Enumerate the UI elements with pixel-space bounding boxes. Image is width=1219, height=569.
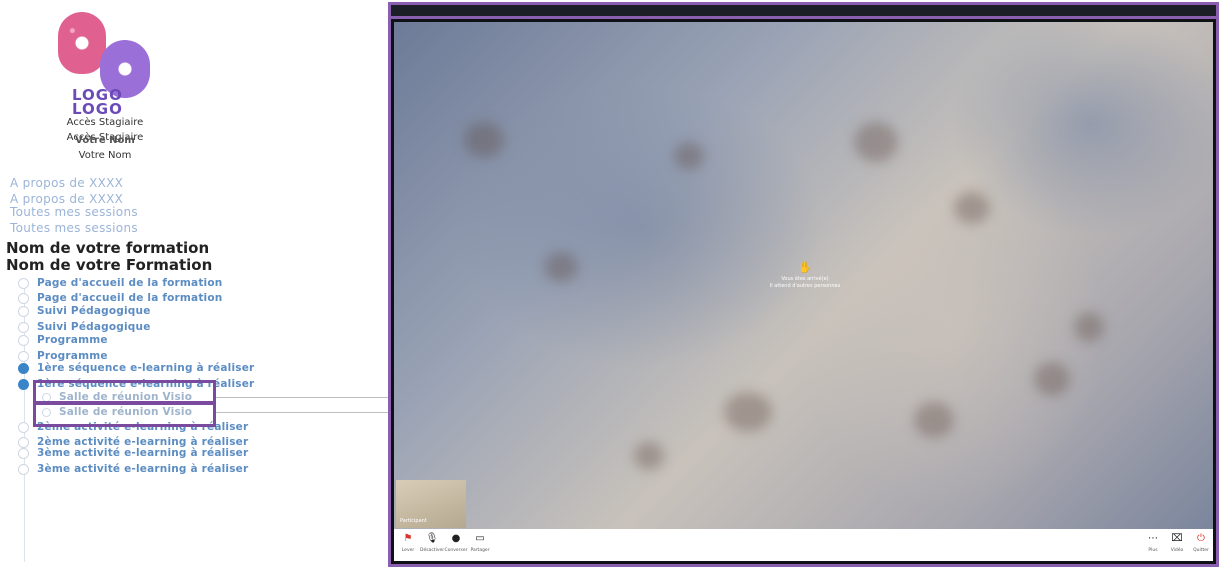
tool-label: Lever [401,548,415,553]
course-title: Nom de votre formation [6,239,210,257]
meeting-toolbar: ⚑ Lever 🎙 Désactiver ● Converser ▭ Parta… [394,529,1213,561]
tool-label: Vidéo [1170,548,1184,553]
course-item-home[interactable]: Page d'accueil de la formation [18,277,222,289]
tool-label: Plus [1148,548,1158,553]
notice-line: Vous êtes arrivé(e) [781,276,829,282]
connector-line [216,397,388,398]
course-item-activity-3[interactable]: 3ème activité e-learning à réaliser [18,463,248,475]
course-item-program[interactable]: Programme [18,334,108,346]
pink-donut-icon [58,12,106,74]
background-blur [464,122,504,158]
tool-label: Désactiver [420,548,445,553]
self-view-thumbnail[interactable]: Participant [396,480,466,528]
camera-icon: ⌧ [1171,533,1183,544]
status-circle-icon [18,447,29,459]
about-link[interactable]: A propos de XXXX [10,192,123,206]
course-item-tracking[interactable]: Suivi Pédagogique [18,321,151,333]
course-item-tracking[interactable]: Suivi Pédagogique [18,305,151,317]
tool-label: Partager [470,548,490,553]
course-item-label: Page d'accueil de la formation [37,277,223,289]
screen-icon: ▭ [475,533,485,544]
status-circle-icon [18,277,29,289]
course-title: Nom de votre Formation [6,256,213,274]
camera-button[interactable]: ⌧ Vidéo [1165,533,1189,553]
course-item-label: Page d'accueil de la formation [37,292,223,304]
status-circle-icon [18,463,29,475]
sidebar: LOGO LOGO Accès Stagiaire Accès Stagiair… [0,0,388,569]
about-link[interactable]: A propos de XXXX [10,176,123,190]
status-circle-icon [18,305,29,317]
all-sessions-link[interactable]: Toutes mes sessions [10,221,138,235]
viewer-top-bar [391,5,1216,19]
course-item-home[interactable]: Page d'accueil de la formation [18,292,222,304]
status-circle-icon [18,350,29,362]
status-circle-icon [18,334,29,346]
video-stage[interactable]: ✋ Vous êtes arrivé(e) Il attend d'autres… [394,22,1213,532]
background-blur [1034,362,1070,396]
chat-button[interactable]: ● Converser [444,533,468,553]
more-button[interactable]: ⋯ Plus [1141,533,1165,553]
highlight-box [33,380,216,404]
connector-line [216,412,388,413]
logo[interactable]: LOGO LOGO [58,10,150,118]
course-item-label: Programme [37,334,108,346]
background-blur [724,392,772,432]
hand-icon: ⚑ [403,533,413,544]
all-sessions-link[interactable]: Toutes mes sessions [10,205,138,219]
chat-icon: ● [451,533,461,544]
background-blur [954,192,990,224]
course-item-label: Programme [37,350,108,362]
info-circle-icon [18,378,29,390]
leave-icon: ⏻ [1197,533,1205,544]
user-name: Votre Nom [75,135,135,146]
user-name: Votre Nom [78,150,132,161]
course-item-label: 3ème activité e-learning à réaliser [37,463,249,475]
background-blur [634,442,664,470]
status-circle-icon [18,321,29,333]
info-circle-icon [18,362,29,374]
status-circle-icon [18,292,29,304]
tool-label: Quitter [1193,548,1209,553]
status-circle-icon [18,421,29,433]
course-item-label: 1ère séquence e-learning à réaliser [37,362,255,374]
course-item-label: Suivi Pédagogique [37,305,151,317]
waiting-notice: Vous êtes arrivé(e) Il attend d'autres p… [750,276,860,290]
leave-button[interactable]: ⏻ Quitter [1189,533,1213,553]
status-circle-icon [18,436,29,448]
course-item-activity-3[interactable]: 3ème activité e-learning à réaliser [18,447,248,459]
background-blur [674,142,704,170]
share-screen-button[interactable]: ▭ Partager [468,533,492,553]
background-blur [544,252,578,282]
participant-label: Participant [400,518,427,524]
background-blur [854,122,898,162]
course-item-label: Suivi Pédagogique [37,321,151,333]
more-icon: ⋯ [1148,533,1158,544]
raise-hand-button[interactable]: ⚑ Lever [396,533,420,553]
tool-label: Converser [444,548,468,553]
course-item-program[interactable]: Programme [18,350,108,362]
background-blur [1074,312,1104,342]
highlight-box [33,402,216,427]
access-label: Accès Stagiaire [66,117,144,128]
logo-text: LOGO [72,100,123,118]
course-item-sequence-1[interactable]: 1ère séquence e-learning à réaliser [18,362,254,374]
video-meeting-viewer: ✋ Vous êtes arrivé(e) Il attend d'autres… [388,2,1219,567]
course-item-label: 3ème activité e-learning à réaliser [37,447,249,459]
mic-icon: 🎙 [425,533,439,544]
notice-line: Il attend d'autres personnes [769,283,841,289]
mute-button[interactable]: 🎙 Désactiver [420,533,444,553]
wave-hand-icon: ✋ [798,261,812,274]
background-blur [914,402,954,438]
